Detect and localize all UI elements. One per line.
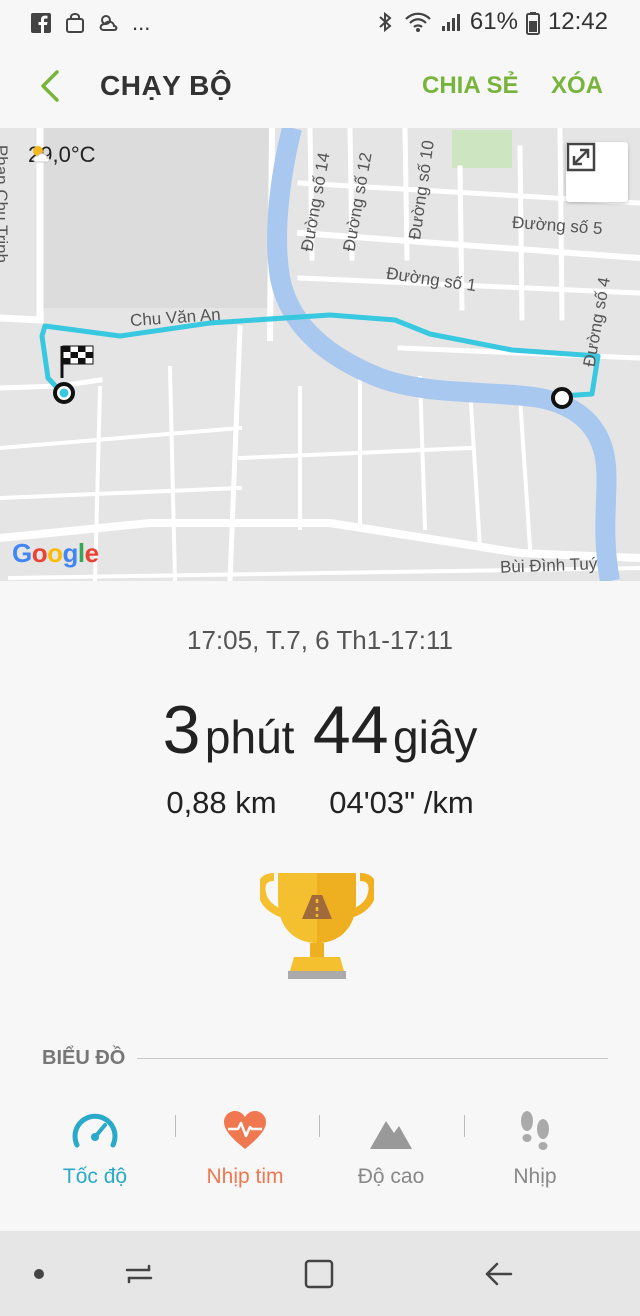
workout-summary: 17:05, T.7, 6 Th1-17:11 3 phút 44 giây 0… bbox=[0, 581, 640, 1231]
charts-section-header: BIỂU ĐỒ bbox=[42, 1047, 608, 1070]
battery-icon bbox=[525, 11, 540, 35]
date-range: 17:05, T.7, 6 Th1-17:11 bbox=[187, 625, 453, 655]
weather-info: 29,0°C bbox=[28, 142, 96, 168]
duration-seconds: 44 bbox=[312, 692, 389, 768]
tab-altitude-label: Độ cao bbox=[357, 1165, 425, 1188]
google-logo: Google bbox=[12, 538, 99, 568]
road-label: Bùi Đình Tuý bbox=[499, 554, 598, 577]
route-map[interactable]: Phan Chu Trinh Đường số 14 Đường số 12 Đ… bbox=[0, 128, 640, 581]
start-marker bbox=[551, 387, 573, 409]
chevron-left-icon bbox=[41, 70, 59, 102]
home-button[interactable] bbox=[298, 1253, 340, 1295]
share-button[interactable]: CHIA SẺ bbox=[422, 72, 518, 100]
trophy-icon bbox=[260, 873, 374, 979]
sun-cloud-icon bbox=[33, 146, 50, 163]
shopping-bag-icon bbox=[64, 12, 86, 34]
system-nav-bar bbox=[0, 1231, 640, 1316]
wifi-icon bbox=[404, 11, 432, 33]
tab-speed[interactable]: Tốc độ bbox=[30, 1101, 160, 1201]
end-marker bbox=[53, 382, 75, 404]
home-icon bbox=[304, 1259, 334, 1289]
clock: 12:42 bbox=[547, 8, 608, 35]
back-button[interactable] bbox=[30, 66, 70, 106]
footsteps-icon bbox=[521, 1111, 549, 1150]
nav-dot[interactable] bbox=[18, 1253, 60, 1295]
tab-heart-rate-label: Nhịp tim bbox=[206, 1165, 284, 1188]
tab-cadence-label: Nhịp bbox=[513, 1165, 557, 1188]
tab-altitude[interactable]: Độ cao bbox=[326, 1101, 456, 1201]
back-nav-button[interactable] bbox=[478, 1253, 520, 1295]
weather-cloud-icon bbox=[98, 12, 120, 34]
facebook-icon bbox=[30, 12, 52, 34]
recent-apps-icon bbox=[125, 1264, 153, 1284]
speedometer-icon bbox=[72, 1113, 118, 1148]
battery-percent: 61% bbox=[469, 8, 518, 35]
tab-separator bbox=[319, 1115, 320, 1137]
road-label: Phan Chu Trinh bbox=[0, 144, 12, 264]
notification-more: ... bbox=[132, 10, 151, 35]
tab-separator bbox=[464, 1115, 465, 1137]
tab-separator bbox=[175, 1115, 176, 1137]
mountain-icon bbox=[370, 1121, 412, 1149]
chart-tabs: Tốc độ Nhịp tim Độ cao Nhịp bbox=[30, 1101, 610, 1201]
distance: 0,88 km bbox=[166, 785, 277, 820]
signal-icon bbox=[440, 11, 462, 33]
divider bbox=[137, 1058, 608, 1059]
workout-stats: 0,88 km 04'03" /km bbox=[0, 785, 640, 821]
tab-heart-rate[interactable]: Nhịp tim bbox=[180, 1101, 310, 1201]
expand-icon bbox=[566, 142, 596, 172]
section-label: BIỂU ĐỒ bbox=[42, 1047, 126, 1069]
duration: 3 phút 44 giây bbox=[0, 691, 640, 769]
duration-seconds-unit: giây bbox=[392, 711, 478, 763]
tab-speed-label: Tốc độ bbox=[62, 1165, 128, 1188]
pace: 04'03" /km bbox=[329, 785, 474, 820]
app-bar: CHẠY BỘ CHIA SẺ XÓA bbox=[0, 44, 640, 128]
recent-apps-button[interactable] bbox=[118, 1253, 160, 1295]
duration-minutes: 3 bbox=[162, 692, 201, 768]
duration-minutes-unit: phút bbox=[204, 711, 295, 763]
dot-icon bbox=[34, 1269, 44, 1279]
page-title: CHẠY BỘ bbox=[100, 70, 233, 101]
heart-rate-icon bbox=[224, 1111, 266, 1149]
tab-cadence[interactable]: Nhịp bbox=[470, 1101, 600, 1201]
bluetooth-icon bbox=[374, 11, 396, 33]
delete-button[interactable]: XÓA bbox=[551, 72, 603, 100]
back-arrow-icon bbox=[485, 1262, 513, 1286]
status-bar: ... 61% 12:42 bbox=[0, 0, 640, 44]
expand-map-button[interactable] bbox=[566, 142, 628, 202]
